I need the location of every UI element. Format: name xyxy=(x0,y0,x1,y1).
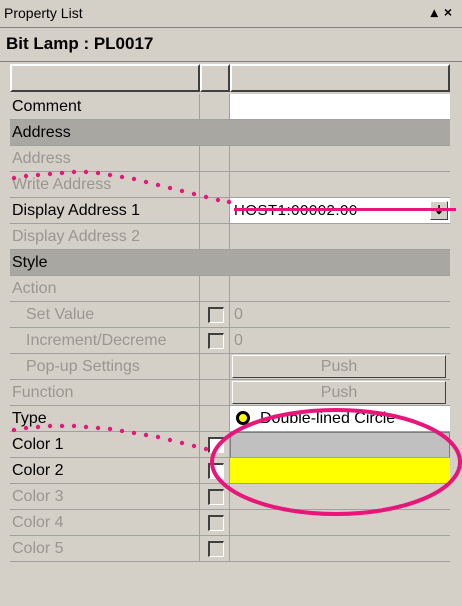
property-grid: Comment Address Address Write Address Di… xyxy=(0,62,462,606)
address-field xyxy=(230,146,450,172)
section-style[interactable]: Style xyxy=(10,250,450,276)
row-label: Action xyxy=(10,276,200,302)
row-check-cell xyxy=(200,172,230,198)
function-cell: Push xyxy=(230,380,450,406)
row-color-2[interactable]: Color 2 xyxy=(10,458,450,484)
row-display-address-2: Display Address 2 xyxy=(10,224,450,250)
display-address-1-combo[interactable]: HOST1:00002.00 ↡ xyxy=(230,198,450,224)
row-function: Function Push xyxy=(10,380,450,406)
row-check-cell xyxy=(200,328,230,354)
row-label: Increment/Decreme xyxy=(10,328,200,354)
dropdown-arrow-icon[interactable]: ↡ xyxy=(430,201,448,220)
display-address-2-field xyxy=(230,224,450,250)
close-icon[interactable]: × xyxy=(444,4,452,21)
row-color-4: Color 4 xyxy=(10,510,450,536)
color-4-swatch xyxy=(230,510,450,536)
display-address-1-value: HOST1:00002.00 xyxy=(234,202,358,219)
color-2-swatch[interactable] xyxy=(230,458,450,484)
section-address[interactable]: Address xyxy=(10,120,450,146)
row-label: Address xyxy=(10,146,200,172)
row-label: Comment xyxy=(10,94,200,120)
set-value-field: 0 xyxy=(230,302,450,328)
double-circle-icon xyxy=(236,411,250,425)
row-color-1[interactable]: Color 1 xyxy=(10,432,450,458)
row-label: Color 1 xyxy=(10,432,200,458)
row-address: Address xyxy=(10,146,450,172)
section-label: Style xyxy=(10,250,450,276)
color-3-checkbox xyxy=(208,489,224,505)
row-label: Color 2 xyxy=(10,458,200,484)
row-check-cell xyxy=(200,146,230,172)
row-set-value: Set Value 0 xyxy=(10,302,450,328)
row-check-cell xyxy=(200,276,230,302)
color-3-swatch xyxy=(230,484,450,510)
row-check-cell xyxy=(200,94,230,120)
row-write-address: Write Address xyxy=(10,172,450,198)
row-popup-settings: Pop-up Settings Push xyxy=(10,354,450,380)
row-check-cell xyxy=(200,484,230,510)
row-action: Action xyxy=(10,276,450,302)
function-push-button: Push xyxy=(232,381,446,404)
set-value-checkbox xyxy=(208,307,224,323)
color-2-checkbox[interactable] xyxy=(208,463,224,479)
row-color-5: Color 5 xyxy=(10,536,450,562)
window-title: Property List xyxy=(4,5,83,21)
popup-push-button: Push xyxy=(232,355,446,378)
row-check-cell xyxy=(200,198,230,224)
row-label: Pop-up Settings xyxy=(10,354,200,380)
color-1-swatch[interactable] xyxy=(230,432,450,458)
column-header-check[interactable] xyxy=(200,64,230,92)
row-color-3: Color 3 xyxy=(10,484,450,510)
object-name: Bit Lamp : PL0017 xyxy=(6,34,154,53)
section-label: Address xyxy=(10,120,450,146)
row-label: Type xyxy=(10,406,200,432)
left-margin xyxy=(0,62,10,606)
row-check-cell xyxy=(200,380,230,406)
row-label: Display Address 1 xyxy=(10,198,200,224)
row-type[interactable]: Type Double-lined Circle xyxy=(10,406,450,432)
row-label: Write Address xyxy=(10,172,200,198)
color-5-swatch xyxy=(230,536,450,562)
row-label: Set Value xyxy=(10,302,200,328)
increment-field: 0 xyxy=(230,328,450,354)
type-selector[interactable]: Double-lined Circle xyxy=(230,406,450,432)
row-check-cell xyxy=(200,406,230,432)
row-label: Color 4 xyxy=(10,510,200,536)
write-address-field xyxy=(230,172,450,198)
column-header-value[interactable] xyxy=(230,64,450,92)
title-buttons: ▴ × xyxy=(431,4,452,21)
color-5-checkbox xyxy=(208,541,224,557)
row-increment: Increment/Decreme 0 xyxy=(10,328,450,354)
row-check-cell xyxy=(200,510,230,536)
row-check-cell xyxy=(200,432,230,458)
object-name-bar: Bit Lamp : PL0017 xyxy=(0,28,462,62)
color-4-checkbox xyxy=(208,515,224,531)
type-value: Double-lined Circle xyxy=(260,410,396,427)
pin-icon[interactable]: ▴ xyxy=(431,4,438,21)
comment-field[interactable] xyxy=(230,94,450,120)
popup-cell: Push xyxy=(230,354,450,380)
row-label: Color 3 xyxy=(10,484,200,510)
color-1-checkbox[interactable] xyxy=(208,437,224,453)
increment-checkbox xyxy=(208,333,224,349)
row-check-cell xyxy=(200,302,230,328)
row-check-cell xyxy=(200,224,230,250)
column-header-name[interactable] xyxy=(10,64,200,92)
row-label: Function xyxy=(10,380,200,406)
row-check-cell xyxy=(200,354,230,380)
row-display-address-1[interactable]: Display Address 1 HOST1:00002.00 ↡ xyxy=(10,198,450,224)
row-label: Display Address 2 xyxy=(10,224,200,250)
row-check-cell xyxy=(200,536,230,562)
action-field xyxy=(230,276,450,302)
title-bar: Property List ▴ × xyxy=(0,0,462,28)
property-list-panel: Property List ▴ × Bit Lamp : PL0017 Comm… xyxy=(0,0,462,606)
row-label: Color 5 xyxy=(10,536,200,562)
row-comment[interactable]: Comment xyxy=(10,94,450,120)
row-check-cell xyxy=(200,458,230,484)
